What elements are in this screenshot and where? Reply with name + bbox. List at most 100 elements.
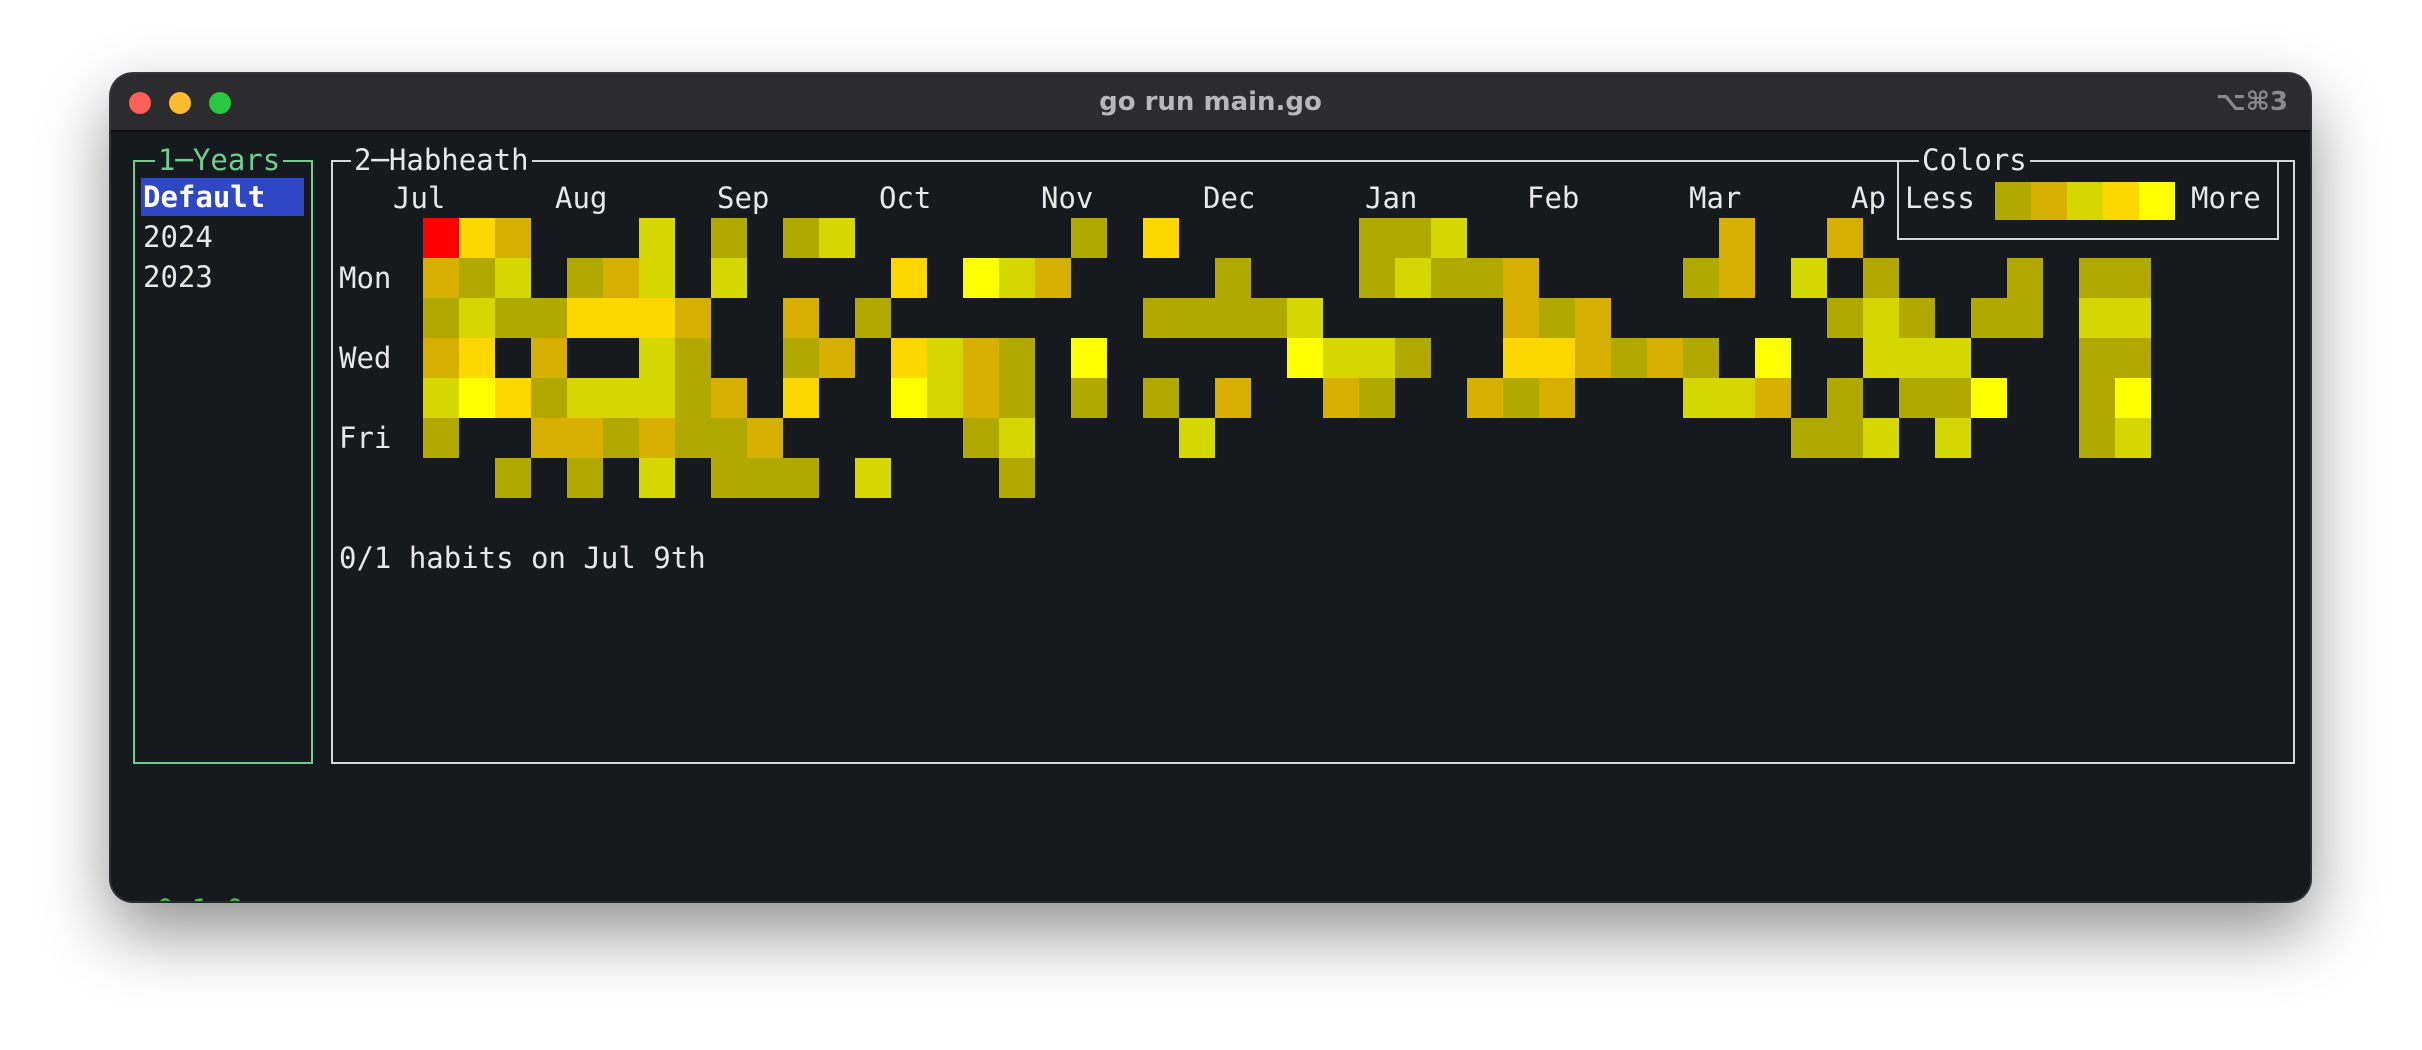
heatmap-cell[interactable] [459, 338, 495, 378]
heatmap-cell[interactable] [639, 218, 675, 258]
heatmap-cell[interactable] [1035, 258, 1071, 298]
heatmap-cell[interactable] [747, 458, 783, 498]
heatmap-cell[interactable] [1935, 418, 1971, 458]
heatmap-cell[interactable] [1143, 378, 1179, 418]
heatmap-cell[interactable] [531, 338, 567, 378]
heatmap-cell[interactable] [1431, 258, 1467, 298]
heatmap-cell[interactable] [423, 298, 459, 338]
heatmap-cell[interactable] [1899, 378, 1935, 418]
heatmap-cell[interactable] [1827, 378, 1863, 418]
heatmap-cell[interactable] [1971, 298, 2007, 338]
heatmap-cell[interactable] [963, 338, 999, 378]
heatmap-cell[interactable] [2115, 378, 2151, 418]
heatmap-cell[interactable] [675, 378, 711, 418]
heatmap-cell[interactable] [2007, 298, 2043, 338]
heatmap-cell[interactable] [1575, 298, 1611, 338]
heatmap-cell[interactable] [459, 298, 495, 338]
heatmap-cell[interactable] [1179, 298, 1215, 338]
heatmap-cell[interactable] [495, 378, 531, 418]
heatmap-cell[interactable] [747, 418, 783, 458]
heatmap-cell[interactable] [1143, 218, 1179, 258]
heatmap-cell[interactable] [603, 258, 639, 298]
heatmap-cell[interactable] [891, 258, 927, 298]
heatmap-cell[interactable] [531, 378, 567, 418]
heatmap-cell[interactable] [1215, 258, 1251, 298]
heatmap-cell[interactable] [459, 378, 495, 418]
heatmap-cell[interactable] [639, 458, 675, 498]
heatmap-cell[interactable] [1287, 338, 1323, 378]
heatmap-cell[interactable] [675, 298, 711, 338]
heatmap-cell[interactable] [999, 458, 1035, 498]
heatmap-cell[interactable] [819, 218, 855, 258]
heatmap-cell[interactable] [1863, 338, 1899, 378]
heatmap-cell[interactable] [1719, 258, 1755, 298]
year-item-default[interactable]: Default [141, 178, 304, 216]
heatmap-cell[interactable] [1395, 258, 1431, 298]
heatmap-cell[interactable] [1647, 338, 1683, 378]
heatmap-cell[interactable] [1359, 338, 1395, 378]
heatmap-cell[interactable] [855, 298, 891, 338]
heatmap-cell[interactable] [1683, 338, 1719, 378]
heatmap-cell[interactable] [711, 378, 747, 418]
heatmap-cell[interactable] [2115, 338, 2151, 378]
heatmap-cell[interactable] [423, 338, 459, 378]
heatmap-cell[interactable] [1071, 218, 1107, 258]
heatmap-cell[interactable] [1215, 298, 1251, 338]
heatmap-cell[interactable] [1863, 298, 1899, 338]
heatmap-cell[interactable] [783, 338, 819, 378]
heatmap-cell[interactable] [1719, 378, 1755, 418]
heatmap-cell[interactable] [783, 218, 819, 258]
heatmap-cell[interactable] [1359, 378, 1395, 418]
heatmap-cell[interactable] [1827, 418, 1863, 458]
heatmap-cell[interactable] [1287, 298, 1323, 338]
heatmap-cell[interactable] [603, 418, 639, 458]
heatmap-cell[interactable] [1503, 298, 1539, 338]
heatmap-cell[interactable] [2079, 418, 2115, 458]
heatmap-cell[interactable] [999, 418, 1035, 458]
heatmap-cell[interactable] [999, 258, 1035, 298]
heatmap-cell[interactable] [1827, 298, 1863, 338]
heatmap-cell[interactable] [1359, 218, 1395, 258]
heatmap-cell[interactable] [1323, 378, 1359, 418]
heatmap-cell[interactable] [567, 258, 603, 298]
heatmap-cell[interactable] [1539, 338, 1575, 378]
heatmap-cell[interactable] [1323, 338, 1359, 378]
heatmap-cell[interactable] [1431, 218, 1467, 258]
heatmap-cell[interactable] [1071, 378, 1107, 418]
heatmap-cell[interactable] [1071, 338, 1107, 378]
heatmap-cell[interactable] [1899, 338, 1935, 378]
year-item-2023[interactable]: 2023 [141, 258, 304, 296]
heatmap-cell[interactable] [423, 418, 459, 458]
heatmap-cell[interactable] [783, 298, 819, 338]
heatmap-cell[interactable] [495, 298, 531, 338]
heatmap-cell[interactable] [1611, 338, 1647, 378]
heatmap-cell[interactable] [495, 218, 531, 258]
heatmap-cell[interactable] [783, 458, 819, 498]
heatmap-cell[interactable] [927, 378, 963, 418]
heatmap-cell[interactable] [1683, 378, 1719, 418]
heatmap-cell[interactable] [1503, 338, 1539, 378]
heatmap-cell[interactable] [495, 458, 531, 498]
title-bar[interactable]: go run main.go ⌥⌘3 [111, 74, 2310, 132]
heatmap-cell[interactable] [495, 258, 531, 298]
heatmap-cell[interactable] [1503, 378, 1539, 418]
heatmap-cell[interactable] [567, 418, 603, 458]
heatmap-cell[interactable] [1395, 218, 1431, 258]
heatmap-cell[interactable] [2007, 258, 2043, 298]
heatmap-cell[interactable] [1683, 258, 1719, 298]
heatmap-cell-selected[interactable] [423, 218, 459, 258]
heatmap-cell[interactable] [567, 298, 603, 338]
heatmap-cell[interactable] [783, 378, 819, 418]
heatmap-cell[interactable] [963, 258, 999, 298]
heatmap-cell[interactable] [1215, 378, 1251, 418]
heatmap-cell[interactable] [711, 418, 747, 458]
heatmap-cell[interactable] [1251, 298, 1287, 338]
heatmap-cell[interactable] [1539, 378, 1575, 418]
heatmap-cell[interactable] [891, 338, 927, 378]
heatmap-cell[interactable] [459, 258, 495, 298]
heatmap-cell[interactable] [1143, 298, 1179, 338]
heatmap-cell[interactable] [675, 418, 711, 458]
heatmap-cell[interactable] [2115, 298, 2151, 338]
heatmap-cell[interactable] [531, 298, 567, 338]
heatmap-cell[interactable] [1791, 418, 1827, 458]
